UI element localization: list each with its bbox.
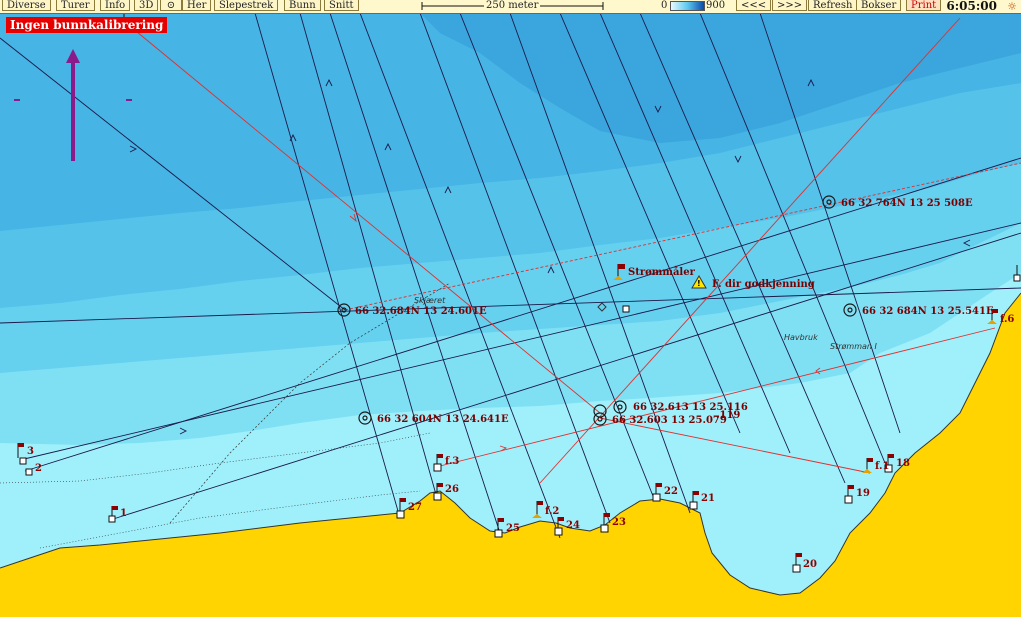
station-number: 24 [566,520,580,531]
depth-min: 0 [661,0,668,11]
depth-gradient [670,1,705,11]
her-button[interactable]: Her [182,0,212,11]
diverse-button[interactable]: Diverse [2,0,51,11]
aquaculture-label: Havbruk [784,333,818,342]
waypoint-label: 66 32 604N 13 24.641E [377,414,509,425]
slepestrek-button[interactable]: Slepestrek [214,0,279,11]
no-calibration-warning: Ingen bunnkalibrering [6,17,168,33]
clock: 6:05:00 [946,0,997,13]
refresh-button[interactable]: Refresh [808,0,858,11]
bokser-button[interactable]: Bokser [856,0,902,11]
3d-button[interactable]: 3D [134,0,159,11]
svg-text:!: ! [697,279,701,288]
skerry-label: Skjæret [414,296,446,305]
waypoint-label: 66 32 684N 13 25.541E [862,306,994,317]
snitt-button[interactable]: Snitt [324,0,359,11]
current-meter-label: Strømmåler [628,266,696,278]
scale-label: 250 meter [484,0,541,12]
station-number: 26 [445,484,459,495]
station-number: 3 [27,446,34,457]
info-button[interactable]: Info [100,0,131,11]
sea-map[interactable]: 66 32 764N 13 25 508E 66 32.684N 13 24.6… [0,13,1021,617]
station-box [622,305,630,313]
current-station-label: Strømman I [830,342,878,351]
station-number: 23 [612,517,626,528]
station-number: 2 [35,463,42,474]
station-number: 18 [896,458,910,469]
waypoint-label: .119 [716,410,740,421]
waypoint-label: 66 32.684N 13 24.601E [355,306,487,317]
target-icon[interactable]: ⊙ [160,0,182,11]
bunn-button[interactable]: Bunn [284,0,321,11]
station-number: 22 [664,486,678,497]
waypoint-label: 66 32.603 13 25.079 [612,415,727,426]
toolbar: Diverse Turer Info 3D ⊙ Her Slepestrek B… [0,0,1021,14]
station-number: f.1 [875,461,889,472]
station-number: 19 [856,488,870,499]
station-number: 25 [506,523,520,534]
station-number: f.3 [445,456,459,467]
station-number: f.2 [545,506,559,517]
station-number: 21 [701,493,715,504]
sun-icon: ☼ [1007,0,1017,13]
depth-max: 900 [706,0,726,11]
turer-button[interactable]: Turer [56,0,95,11]
station-number: 20 [803,559,817,570]
print-button[interactable]: Print [906,0,942,11]
station-number: 27 [408,502,422,513]
forward-button[interactable]: >>> [772,0,808,11]
station-number: 1 [120,508,127,519]
waypoint-label: 66 32 764N 13 25 508E [841,198,973,209]
station-number: f.6 [1000,314,1014,325]
back-button[interactable]: <<< [736,0,772,11]
approval-label: F. dir godkjenning [712,279,815,290]
